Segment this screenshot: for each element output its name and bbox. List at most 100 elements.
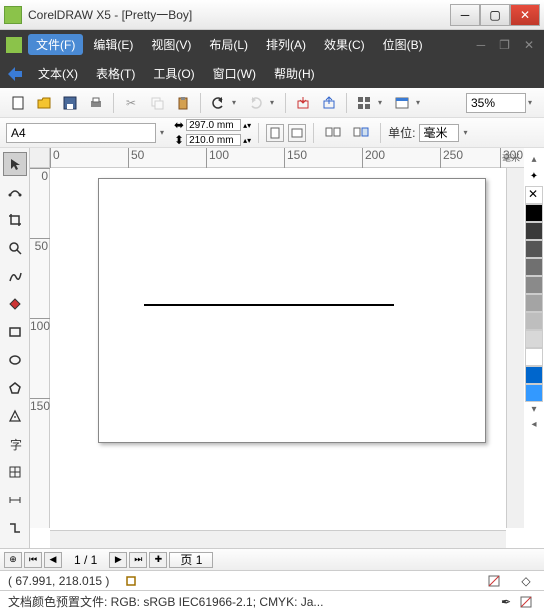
units-select[interactable] bbox=[419, 124, 459, 142]
table-tool[interactable] bbox=[3, 460, 27, 484]
menu-effects[interactable]: 效果(C) bbox=[316, 34, 373, 55]
undo-button[interactable] bbox=[206, 91, 230, 115]
basic-shapes-tool[interactable] bbox=[3, 404, 27, 428]
swatch[interactable] bbox=[525, 240, 543, 258]
swatch[interactable] bbox=[525, 222, 543, 240]
menu-text[interactable]: 文本(X) bbox=[30, 63, 86, 84]
current-page-button[interactable] bbox=[349, 121, 373, 145]
copy-button[interactable] bbox=[145, 91, 169, 115]
swatch-none[interactable] bbox=[525, 186, 543, 204]
smart-fill-tool[interactable] bbox=[3, 292, 27, 316]
swatch[interactable] bbox=[525, 330, 543, 348]
palette-flyout-icon[interactable]: ✦ bbox=[530, 171, 538, 182]
palette-flyout-arrow[interactable]: ◂ bbox=[529, 417, 538, 432]
zoom-dropdown[interactable]: ▾ bbox=[528, 98, 538, 107]
app-launcher-button[interactable] bbox=[352, 91, 376, 115]
ruler-horizontal[interactable]: 050100150200250300毫米 bbox=[30, 148, 524, 168]
nav-next-button[interactable]: ▶ bbox=[109, 552, 127, 568]
nav-add-page-button[interactable]: ✚ bbox=[149, 552, 167, 568]
text-tool[interactable]: 字 bbox=[3, 432, 27, 456]
menu-bitmaps[interactable]: 位图(B) bbox=[375, 34, 431, 55]
swatch[interactable] bbox=[525, 384, 543, 402]
content-hub-icon[interactable] bbox=[6, 65, 24, 83]
paper-dropdown[interactable]: ▾ bbox=[160, 128, 170, 137]
zoom-tool[interactable] bbox=[3, 236, 27, 260]
menu-edit[interactable]: 编辑(E) bbox=[85, 34, 141, 55]
swatch[interactable] bbox=[525, 258, 543, 276]
swatch[interactable] bbox=[525, 204, 543, 222]
ruler-origin[interactable] bbox=[30, 148, 50, 168]
page[interactable] bbox=[98, 178, 486, 443]
outline-pen-none-icon[interactable] bbox=[519, 595, 533, 609]
launcher-dropdown[interactable]: ▾ bbox=[378, 98, 388, 107]
menu-view[interactable]: 视图(V) bbox=[143, 34, 199, 55]
swatch[interactable] bbox=[525, 276, 543, 294]
drawn-line-object[interactable] bbox=[144, 304, 394, 306]
nav-add-page-icon[interactable]: ⊕ bbox=[4, 552, 22, 568]
redo-dropdown[interactable]: ▾ bbox=[270, 98, 280, 107]
dimension-tool[interactable] bbox=[3, 488, 27, 512]
nav-last-button[interactable]: ⏭ bbox=[129, 552, 147, 568]
nav-prev-button[interactable]: ◀ bbox=[44, 552, 62, 568]
all-pages-button[interactable] bbox=[321, 121, 345, 145]
menu-help[interactable]: 帮助(H) bbox=[266, 63, 323, 84]
horizontal-scrollbar[interactable] bbox=[50, 530, 506, 548]
swatch[interactable] bbox=[525, 294, 543, 312]
snap-icon[interactable] bbox=[124, 574, 138, 588]
mdi-restore[interactable]: ❐ bbox=[495, 38, 514, 52]
crop-tool[interactable] bbox=[3, 208, 27, 232]
canvas[interactable] bbox=[50, 168, 524, 528]
new-button[interactable] bbox=[6, 91, 30, 115]
maximize-button[interactable]: ▢ bbox=[480, 4, 510, 26]
menu-file[interactable]: 文件(F) bbox=[28, 34, 83, 55]
swatch[interactable] bbox=[525, 366, 543, 384]
welcome-dropdown[interactable]: ▾ bbox=[416, 98, 426, 107]
rectangle-tool[interactable] bbox=[3, 320, 27, 344]
cut-button[interactable]: ✂ bbox=[119, 91, 143, 115]
fill-indicator-icon[interactable] bbox=[487, 574, 501, 588]
menu-window[interactable]: 窗口(W) bbox=[205, 63, 264, 84]
palette-down-arrow[interactable]: ▾ bbox=[529, 402, 538, 417]
cursor-coords: ( 67.991, 218.015 ) bbox=[8, 574, 109, 588]
redo-button[interactable] bbox=[244, 91, 268, 115]
open-button[interactable] bbox=[32, 91, 56, 115]
units-dropdown[interactable]: ▾ bbox=[463, 128, 473, 137]
pick-tool[interactable] bbox=[3, 152, 27, 176]
page-width-input[interactable] bbox=[186, 119, 241, 131]
welcome-button[interactable] bbox=[390, 91, 414, 115]
vertical-scrollbar[interactable] bbox=[506, 168, 524, 528]
paper-size-select[interactable] bbox=[6, 123, 156, 143]
page-tab-1[interactable]: 页 1 bbox=[169, 552, 213, 568]
swatch[interactable] bbox=[525, 348, 543, 366]
import-button[interactable] bbox=[291, 91, 315, 115]
menu-arrange[interactable]: 排列(A) bbox=[258, 34, 314, 55]
window-controls: ─ ▢ ✕ bbox=[450, 4, 540, 26]
swatch[interactable] bbox=[525, 312, 543, 330]
shape-tool[interactable] bbox=[3, 180, 27, 204]
ruler-vertical[interactable]: 050100150 bbox=[30, 168, 50, 528]
freehand-tool[interactable] bbox=[3, 264, 27, 288]
mdi-minimize[interactable]: ─ bbox=[473, 38, 490, 52]
menu-table[interactable]: 表格(T) bbox=[88, 63, 143, 84]
save-button[interactable] bbox=[58, 91, 82, 115]
menu-layout[interactable]: 布局(L) bbox=[201, 34, 256, 55]
landscape-button[interactable] bbox=[288, 124, 306, 142]
export-button[interactable] bbox=[317, 91, 341, 115]
portrait-button[interactable] bbox=[266, 124, 284, 142]
paste-button[interactable] bbox=[171, 91, 195, 115]
minimize-button[interactable]: ─ bbox=[450, 4, 480, 26]
page-height-input[interactable] bbox=[186, 134, 241, 146]
menu-tools[interactable]: 工具(O) bbox=[145, 63, 202, 84]
print-button[interactable] bbox=[84, 91, 108, 115]
ellipse-tool[interactable] bbox=[3, 348, 27, 372]
undo-dropdown[interactable]: ▾ bbox=[232, 98, 242, 107]
mdi-close[interactable]: ✕ bbox=[520, 38, 538, 52]
outline-indicator-icon[interactable]: ◇ bbox=[519, 574, 533, 588]
connector-tool[interactable] bbox=[3, 516, 27, 540]
palette-up-arrow[interactable]: ▴ bbox=[529, 152, 538, 167]
nav-first-button[interactable]: ⏮ bbox=[24, 552, 42, 568]
close-button[interactable]: ✕ bbox=[510, 4, 540, 26]
polygon-tool[interactable] bbox=[3, 376, 27, 400]
zoom-select[interactable] bbox=[466, 93, 526, 113]
fill-pen-icon[interactable]: ✒ bbox=[499, 595, 513, 609]
